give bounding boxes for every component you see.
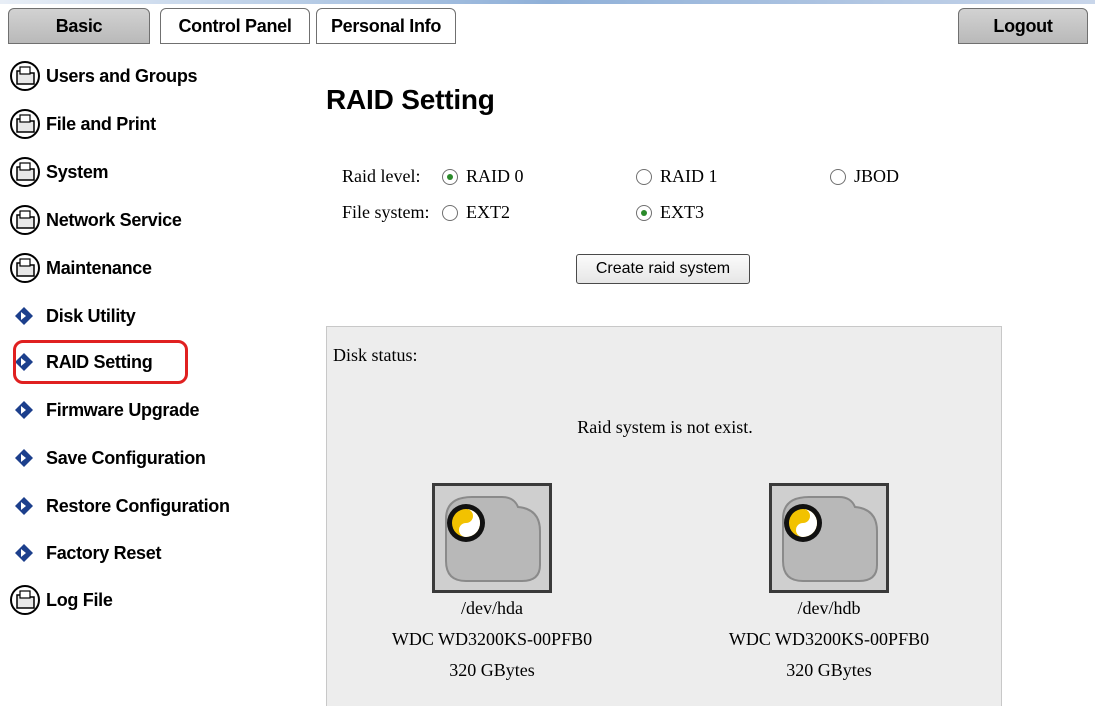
sidebar-item-maintenance[interactable]: Maintenance	[8, 252, 152, 284]
create-raid-system-button[interactable]: Create raid system	[576, 254, 750, 284]
radio-label: JBOD	[854, 166, 900, 186]
disk-status-label: Disk status:	[333, 345, 418, 365]
arrow-icon	[15, 497, 33, 515]
folder-icon	[10, 109, 40, 139]
radio-raid-1[interactable]: RAID 1	[636, 166, 718, 187]
sidebar-item-label: Users and Groups	[46, 65, 198, 86]
radio-ext2[interactable]: EXT2	[442, 202, 510, 223]
sidebar-item-label: System	[46, 161, 109, 182]
sidebar-item-label: Factory Reset	[46, 542, 162, 563]
folder-icon	[10, 61, 40, 91]
folder-icon	[10, 585, 40, 615]
sidebar-item-label: Firmware Upgrade	[46, 399, 200, 420]
radio-button-checked[interactable]	[442, 168, 458, 185]
radio-button[interactable]	[830, 168, 846, 185]
hard-disk-icon	[769, 483, 889, 593]
disk-model: WDC WD3200KS-00PFB0	[391, 629, 593, 649]
sidebar-item-label: Network Service	[46, 209, 182, 230]
sidebar-item-save-configuration[interactable]: Save Configuration	[8, 442, 206, 474]
raid-status-message: Raid system is not exist.	[577, 417, 753, 437]
sidebar-item-disk-utility[interactable]: Disk Utility	[8, 300, 136, 332]
sidebar-item-factory-reset[interactable]: Factory Reset	[8, 537, 161, 569]
arrow-icon	[15, 544, 33, 562]
raid-level-label: Raid level:	[342, 166, 421, 186]
sidebar-item-restore-configuration[interactable]: Restore Configuration	[8, 490, 230, 522]
radio-ext3[interactable]: EXT3	[636, 202, 704, 223]
sidebar-item-log-file[interactable]: Log File	[8, 584, 113, 616]
radio-label: EXT2	[466, 202, 510, 222]
arrow-icon	[15, 449, 33, 467]
sidebar-item-label: Disk Utility	[46, 305, 136, 326]
sidebar-item-system[interactable]: System	[8, 156, 109, 188]
radio-button[interactable]	[442, 204, 458, 221]
disk-status-panel: Disk status: Raid system is not exist. /…	[326, 326, 1002, 706]
disk-item: /dev/hdb WDC WD3200KS-00PFB0 320 GBytes	[679, 483, 979, 686]
radio-button[interactable]	[636, 168, 652, 185]
folder-icon	[10, 157, 40, 187]
sidebar-item-label: File and Print	[46, 113, 156, 134]
disk-model: WDC WD3200KS-00PFB0	[728, 629, 930, 649]
folder-icon	[10, 205, 40, 235]
radio-label: RAID 1	[660, 166, 718, 186]
sidebar-item-label: Restore Configuration	[46, 495, 230, 516]
folder-icon	[10, 253, 40, 283]
disk-device: /dev/hdb	[797, 598, 861, 618]
hard-disk-icon	[432, 483, 552, 593]
logout-button[interactable]: Logout	[958, 8, 1088, 44]
disk-size: 320 GBytes	[786, 660, 872, 680]
radio-label: RAID 0	[466, 166, 524, 186]
sidebar-item-network-service[interactable]: Network Service	[8, 204, 182, 236]
sidebar-item-users-and-groups[interactable]: Users and Groups	[8, 60, 198, 92]
disk-device: /dev/hda	[461, 598, 523, 618]
tab-basic[interactable]: Basic	[8, 8, 150, 44]
arrow-icon	[15, 401, 33, 419]
file-system-label: File system:	[342, 202, 430, 222]
radio-label: EXT3	[660, 202, 704, 222]
arrow-icon	[15, 307, 33, 325]
disk-size: 320 GBytes	[449, 660, 535, 680]
sidebar-item-label: Save Configuration	[46, 447, 206, 468]
selected-item-highlight	[13, 340, 188, 384]
disk-item: /dev/hda WDC WD3200KS-00PFB0 320 GBytes	[342, 483, 642, 686]
tab-control-panel[interactable]: Control Panel	[160, 8, 310, 44]
tab-personal-info[interactable]: Personal Info	[316, 8, 456, 44]
radio-jbod[interactable]: JBOD	[830, 166, 899, 187]
sidebar-item-file-and-print[interactable]: File and Print	[8, 108, 156, 140]
sidebar-item-label: Maintenance	[46, 257, 152, 278]
top-accent-line	[0, 0, 1095, 4]
sidebar-item-firmware-upgrade[interactable]: Firmware Upgrade	[8, 394, 200, 426]
page-title: RAID Setting	[326, 84, 495, 115]
sidebar-item-label: Log File	[46, 589, 113, 610]
radio-button-checked[interactable]	[636, 204, 652, 221]
radio-raid-0[interactable]: RAID 0	[442, 166, 524, 187]
